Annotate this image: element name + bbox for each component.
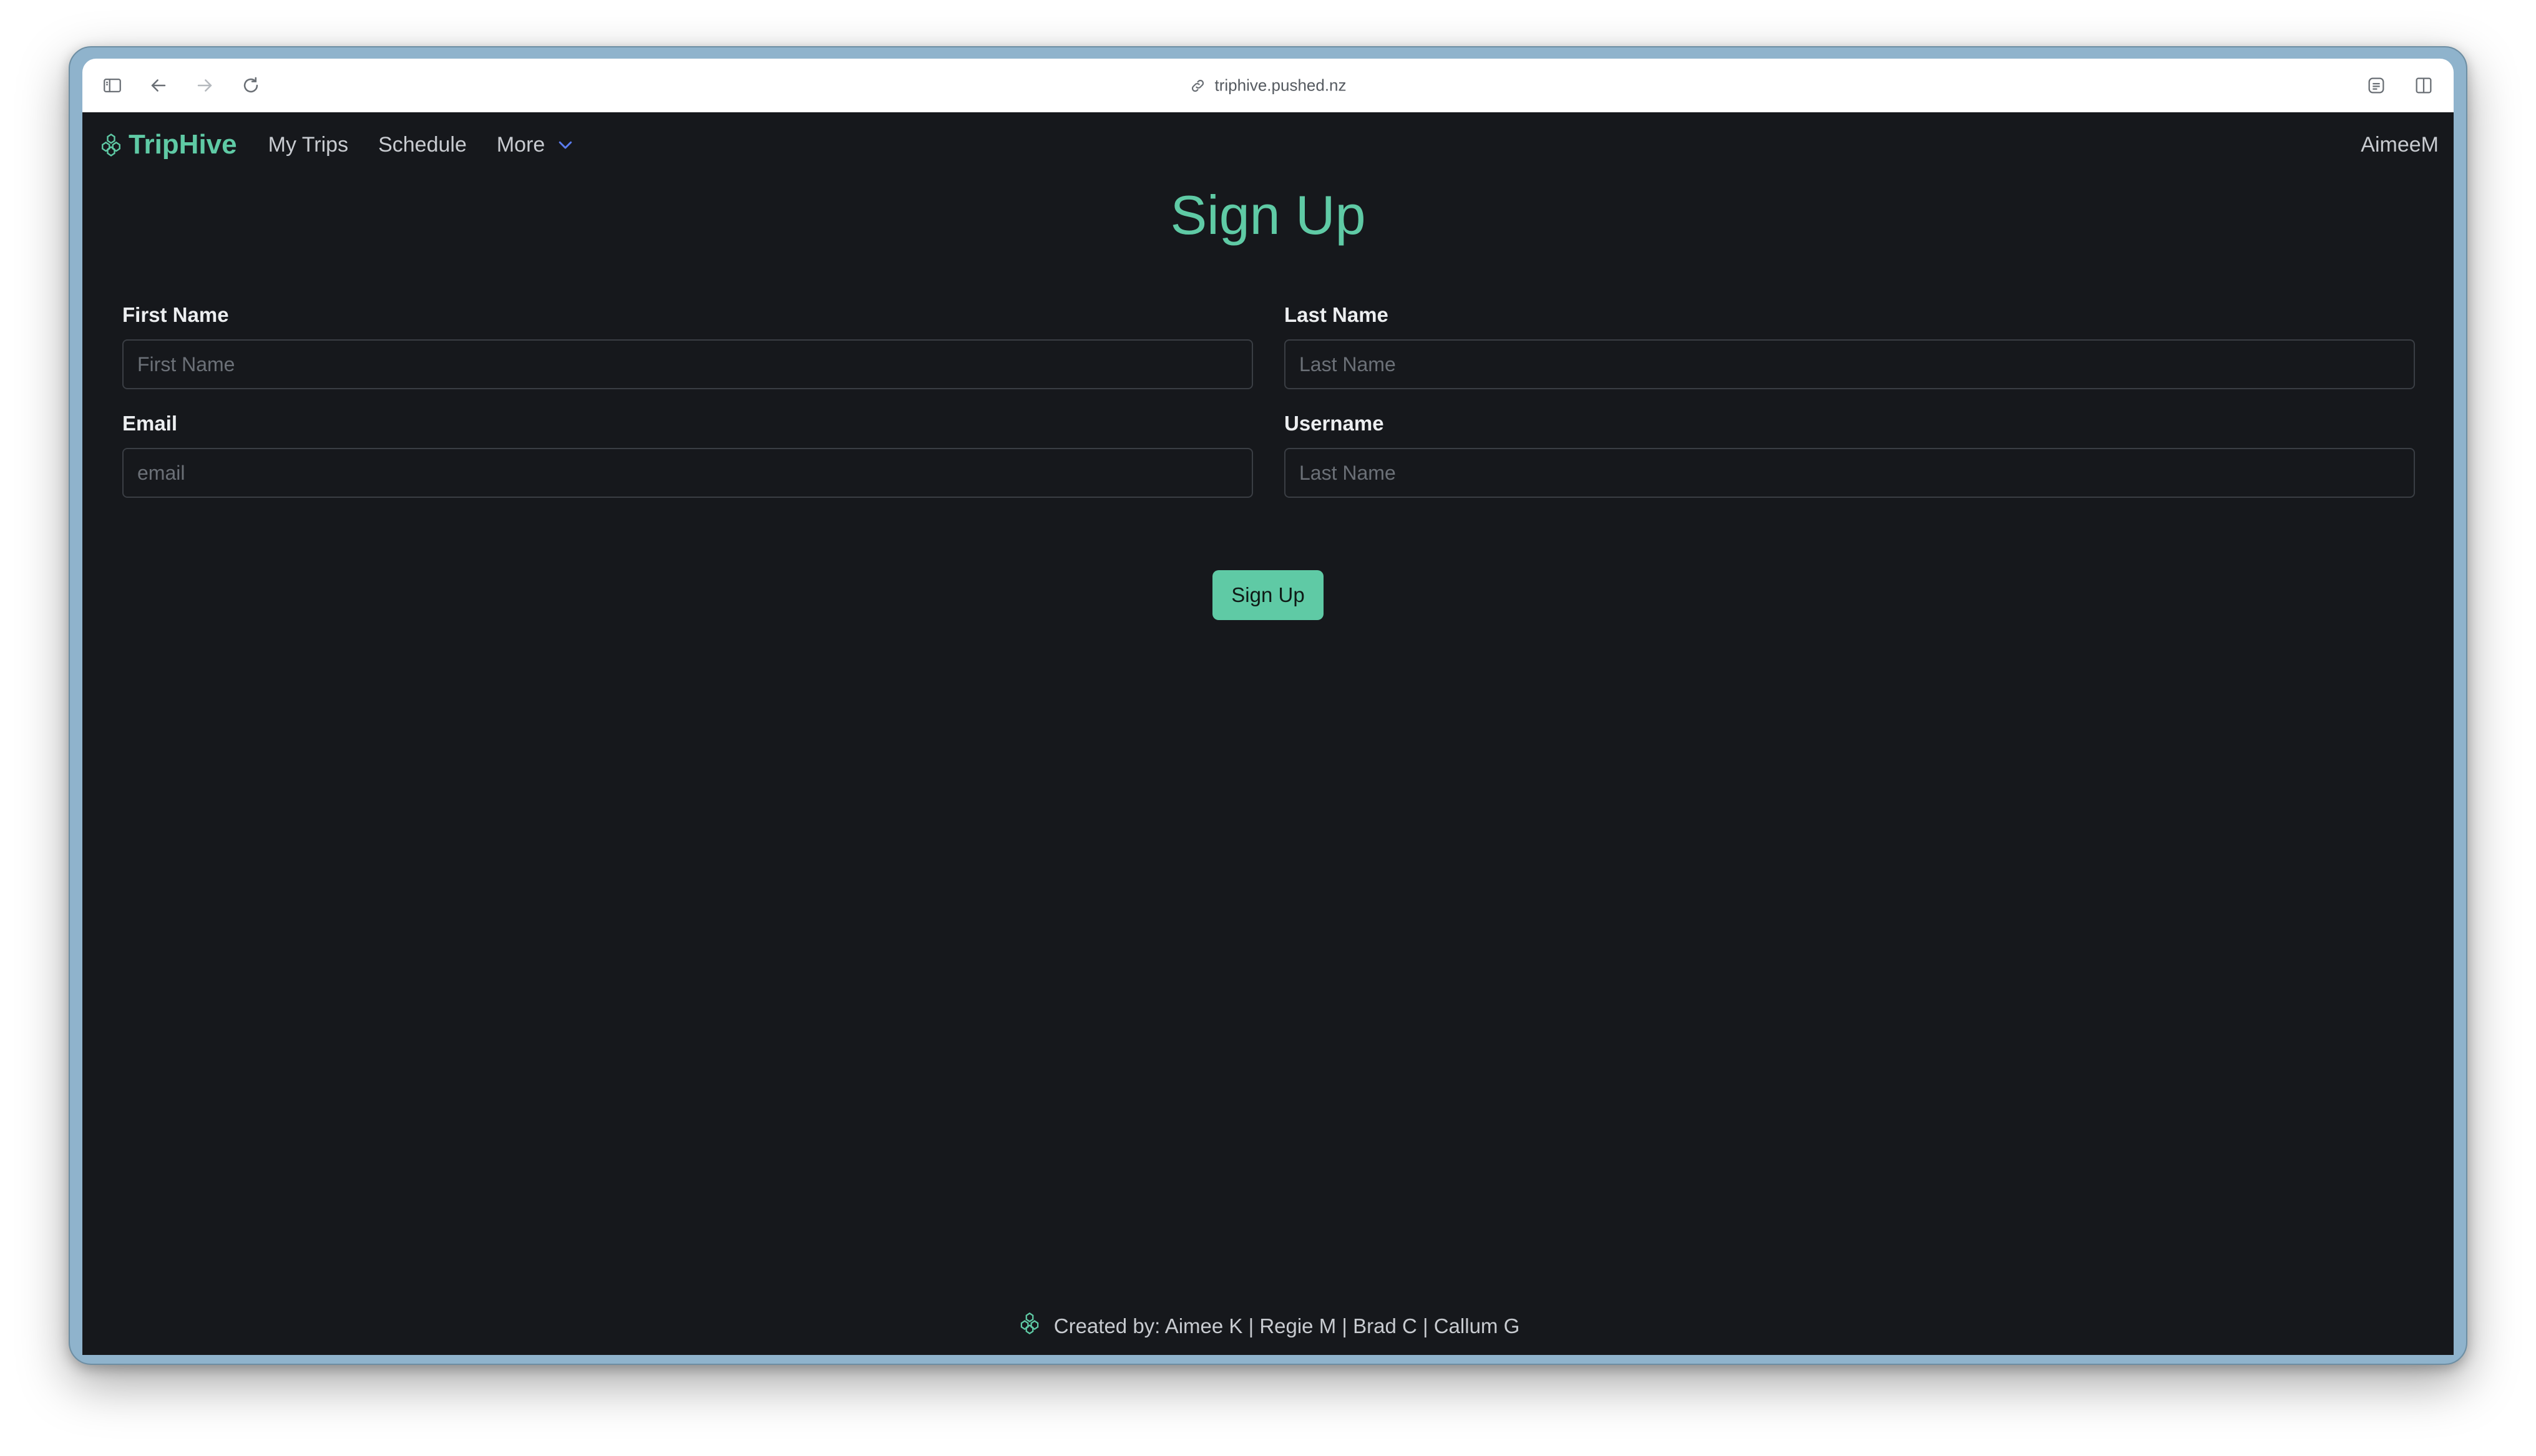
brand-logo[interactable]: TripHive [97, 129, 237, 160]
reload-icon[interactable] [238, 73, 263, 98]
nav-more-label: More [496, 132, 545, 157]
split-view-icon[interactable] [2411, 73, 2436, 98]
last-name-label: Last Name [1284, 303, 1388, 326]
last-name-input[interactable] [1284, 339, 2415, 389]
email-field: Email [122, 412, 1253, 498]
nav-link-my-trips[interactable]: My Trips [268, 133, 348, 157]
brand-name: TripHive [129, 129, 237, 160]
navbar: TripHive My Trips Schedule More AimeeM [82, 112, 2454, 177]
forward-arrow-icon[interactable] [192, 73, 217, 98]
chevron-down-icon [559, 141, 572, 149]
footer: Created by: Aimee K | Regie M | Brad C |… [82, 1310, 2454, 1342]
web-page: TripHive My Trips Schedule More AimeeM S… [82, 112, 2454, 1355]
email-input[interactable] [122, 448, 1253, 498]
username-label: Username [1284, 412, 1384, 435]
back-arrow-icon[interactable] [146, 73, 171, 98]
reader-icon[interactable] [2364, 73, 2389, 98]
first-name-field: First Name [122, 303, 1253, 389]
page-title: Sign Up [1170, 184, 1366, 246]
submit-container: Sign Up [82, 570, 2454, 620]
url-text: triphive.pushed.nz [1214, 75, 1347, 95]
honeycomb-logo-icon [102, 133, 120, 157]
address-bar[interactable]: triphive.pushed.nz [1189, 75, 1347, 95]
last-name-field: Last Name [1284, 303, 2415, 389]
sidebar-icon[interactable] [100, 73, 125, 98]
nav-user-account[interactable]: AimeeM [2361, 133, 2439, 157]
signup-form: First Name Last Name Email Username [82, 303, 2454, 520]
username-input[interactable] [1284, 448, 2415, 498]
honeycomb-logo-icon [1020, 1312, 1039, 1334]
browser-window: triphive.pushed.nz TripHive My Trips Sch… [69, 46, 2467, 1365]
nav-link-schedule[interactable]: Schedule [378, 133, 467, 157]
link-icon [1191, 79, 1204, 92]
footer-credits: Created by: Aimee K | Regie M | Brad C |… [1053, 1314, 1520, 1337]
sign-up-button[interactable]: Sign Up [1212, 570, 1324, 620]
nav-more-dropdown[interactable]: More [497, 133, 575, 157]
browser-toolbar: triphive.pushed.nz [82, 59, 2454, 112]
username-field: Username [1284, 412, 2415, 498]
first-name-input[interactable] [122, 339, 1253, 389]
email-label: Email [122, 412, 178, 435]
first-name-label: First Name [122, 303, 229, 326]
